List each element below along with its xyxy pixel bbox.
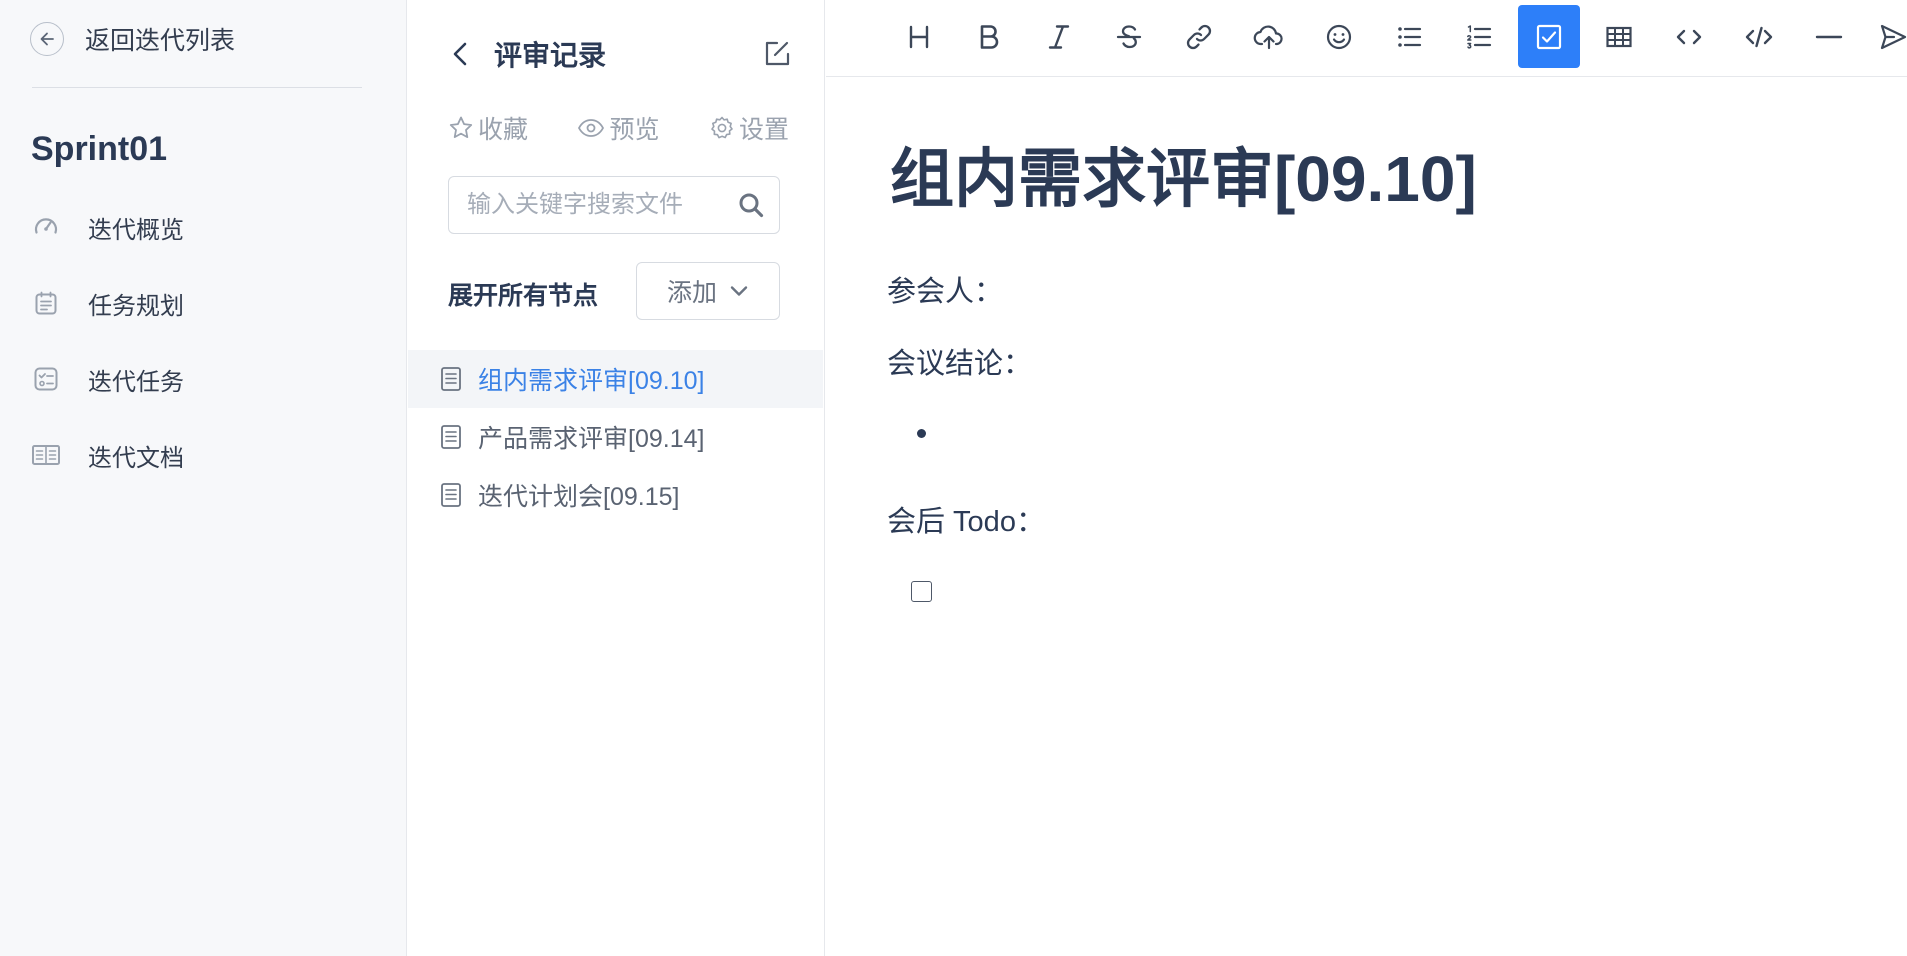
italic-button[interactable] xyxy=(1028,5,1090,68)
send-button[interactable] xyxy=(1862,5,1907,68)
add-dropdown-button[interactable]: 添加 xyxy=(636,262,780,320)
document-item[interactable]: 组内需求评审[09.10] xyxy=(408,350,823,408)
link-button[interactable] xyxy=(1168,5,1230,68)
code-block-button[interactable] xyxy=(1728,5,1790,68)
book-icon xyxy=(30,439,62,471)
document-title[interactable]: 组内需求评审[09.10] xyxy=(890,128,1477,220)
bold-icon xyxy=(980,24,999,49)
send-icon xyxy=(1880,24,1907,49)
favorite-button[interactable]: 收藏 xyxy=(448,110,528,146)
sprint-title: Sprint01 xyxy=(31,130,168,168)
sidebar-item-task-planning-label: 任务规划 xyxy=(88,292,184,320)
document-icon xyxy=(438,365,464,393)
settings-label: 设置 xyxy=(738,116,789,144)
expand-all-nodes-button[interactable]: 展开所有节点 xyxy=(448,276,598,312)
sidebar-item-task-planning[interactable]: 任务规划 xyxy=(30,284,184,322)
todo-checkbox[interactable] xyxy=(911,581,932,602)
code-icon xyxy=(1676,29,1702,44)
arrow-left-icon xyxy=(30,22,64,56)
sidebar-item-iteration-docs[interactable]: 迭代文档 xyxy=(30,436,184,474)
editor-toolbar xyxy=(826,0,1907,77)
tree-panel-actions: 收藏 预览 设置 xyxy=(448,110,789,146)
sidebar-divider xyxy=(32,87,362,88)
search-input[interactable] xyxy=(449,190,737,220)
strikethrough-button[interactable] xyxy=(1098,5,1160,68)
sidebar-item-iteration-tasks[interactable]: 迭代任务 xyxy=(30,360,184,398)
eye-icon xyxy=(578,119,605,137)
chevron-down-icon xyxy=(730,286,748,296)
document-item-label: 产品需求评审[09.14] xyxy=(478,425,705,453)
gauge-icon xyxy=(30,211,62,243)
calendar-list-icon xyxy=(30,287,62,319)
empty-bullet-item[interactable] xyxy=(917,429,926,438)
edit-icon[interactable] xyxy=(761,38,793,70)
search-box xyxy=(448,176,780,234)
sidebar-item-iteration-tasks-label: 迭代任务 xyxy=(88,368,184,396)
document-item[interactable]: 产品需求评审[09.14] xyxy=(408,408,823,466)
todo-label[interactable]: 会后 Todo： xyxy=(887,498,1045,540)
ordered-list-button[interactable] xyxy=(1448,5,1510,68)
add-button-label: 添加 xyxy=(666,279,717,307)
sidebar-nav: 迭代概览 任务规划 迭代任务 迭代文档 xyxy=(30,208,184,512)
smile-icon xyxy=(1326,24,1352,49)
task-list-button[interactable] xyxy=(1518,5,1580,68)
horizontal-rule-icon xyxy=(1815,35,1843,38)
markdown-editor: 组内需求评审[09.10] 参会人： 会议结论： 会后 Todo： xyxy=(826,0,1907,956)
upload-button[interactable] xyxy=(1238,5,1300,68)
chevron-left-icon[interactable] xyxy=(448,39,474,69)
preview-label: 预览 xyxy=(609,116,660,144)
bullet-list-button[interactable] xyxy=(1378,5,1440,68)
tree-panel-title: 评审记录 xyxy=(494,40,607,71)
heading-button[interactable] xyxy=(888,5,950,68)
strikethrough-icon xyxy=(1116,24,1142,48)
inline-code-button[interactable] xyxy=(1658,5,1720,68)
preview-button[interactable]: 预览 xyxy=(577,110,660,146)
sidebar-item-iteration-docs-label: 迭代文档 xyxy=(88,444,184,472)
heading-icon xyxy=(909,25,929,48)
document-tree-panel: 评审记录 收藏 预览 设置 展开所有节点 添加 组内需求评审[ xyxy=(408,0,825,956)
ordered-list-icon xyxy=(1467,24,1492,49)
gear-icon xyxy=(711,116,733,139)
table-button[interactable] xyxy=(1588,5,1650,68)
horizontal-rule-button[interactable] xyxy=(1798,5,1860,68)
document-item-label: 迭代计划会[09.15] xyxy=(478,483,680,511)
cloud-upload-icon xyxy=(1253,25,1283,49)
link-icon xyxy=(1186,24,1212,49)
bullet-list-icon xyxy=(1398,26,1422,47)
tree-panel-header: 评审记录 xyxy=(448,30,793,78)
conclusion-label[interactable]: 会议结论： xyxy=(887,340,1032,382)
back-to-iteration-list-button[interactable]: 返回迭代列表 xyxy=(30,20,235,58)
attendees-label[interactable]: 参会人： xyxy=(887,268,1003,310)
favorite-label: 收藏 xyxy=(478,116,529,144)
search-icon[interactable] xyxy=(737,191,765,219)
emoji-button[interactable] xyxy=(1308,5,1370,68)
settings-button[interactable]: 设置 xyxy=(709,110,789,146)
sidebar-item-overview[interactable]: 迭代概览 xyxy=(30,208,184,246)
back-to-iteration-list-label: 返回迭代列表 xyxy=(85,27,236,55)
sidebar-item-overview-label: 迭代概览 xyxy=(88,216,184,244)
table-icon xyxy=(1606,26,1632,47)
document-item[interactable]: 迭代计划会[09.15] xyxy=(408,466,823,524)
checkbox-icon xyxy=(1536,24,1562,49)
checklist-icon xyxy=(30,363,62,395)
code-block-icon xyxy=(1745,26,1773,47)
document-icon xyxy=(438,481,464,509)
italic-icon xyxy=(1048,24,1070,49)
star-icon xyxy=(449,116,473,138)
iteration-sidebar: 返回迭代列表 Sprint01 迭代概览 任务规划 迭代任务 迭代文档 xyxy=(0,0,407,956)
document-item-label: 组内需求评审[09.10] xyxy=(478,367,705,395)
document-icon xyxy=(438,423,464,451)
document-list: 组内需求评审[09.10] 产品需求评审[09.14] 迭代计划会[09.15] xyxy=(408,350,823,524)
bold-button[interactable] xyxy=(958,5,1020,68)
